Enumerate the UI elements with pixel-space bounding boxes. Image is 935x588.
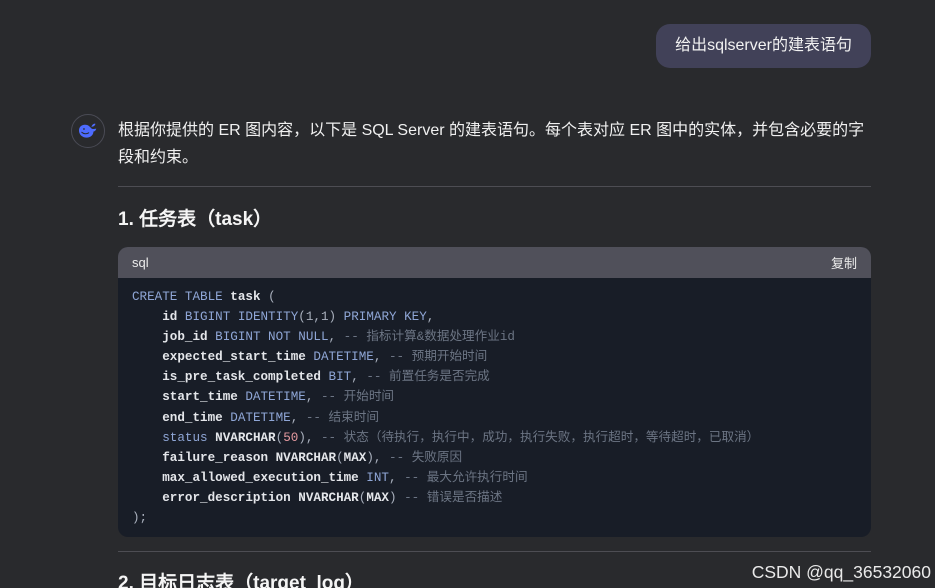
code-token-keyword: DATETIME	[313, 350, 374, 365]
code-token-punctuation: ),	[298, 430, 314, 445]
section-heading-target-log: 2. 目标日志表（target_log）	[118, 573, 364, 588]
code-token-punctuation: )	[389, 490, 397, 505]
code-token-identifier: job_id	[162, 330, 208, 345]
code-line: status NVARCHAR(50), -- 状态（待执行，执行中，成功，执行…	[132, 428, 857, 448]
copy-button[interactable]: 复制	[831, 253, 857, 272]
code-token-whitespace	[132, 411, 162, 425]
code-token-punctuation: (	[336, 450, 344, 465]
code-token-whitespace	[336, 310, 344, 324]
code-line: is_pre_task_completed BIT, -- 前置任务是否完成	[132, 367, 857, 387]
code-token-identifier: error_description	[162, 490, 291, 505]
code-line: id BIGINT IDENTITY(1,1) PRIMARY KEY,	[132, 307, 857, 327]
code-token-whitespace	[268, 451, 276, 465]
code-token-punctuation: ,	[351, 370, 359, 385]
code-token-identifier: is_pre_task_completed	[162, 370, 321, 385]
code-token-identifier: MAX	[343, 450, 367, 465]
code-line: failure_reason NVARCHAR(MAX), -- 失败原因	[132, 448, 857, 468]
code-token-identifier: failure_reason	[162, 450, 269, 465]
code-token-identifier: end_time	[162, 410, 223, 425]
code-token-whitespace	[132, 330, 162, 344]
code-token-identifier: id	[162, 310, 178, 325]
user-message-bubble: 给出sqlserver的建表语句	[656, 24, 871, 68]
code-token-whitespace	[261, 290, 269, 304]
code-token-punctuation: ),	[366, 450, 382, 465]
section-heading-task: 1. 任务表（task）	[118, 209, 273, 230]
code-token-keyword: CREATE TABLE	[132, 290, 223, 304]
code-line: max_allowed_execution_time INT, -- 最大允许执…	[132, 468, 857, 488]
code-token-punctuation: (1,1)	[298, 310, 337, 325]
code-token-whitespace	[132, 491, 162, 505]
code-token-whitespace	[132, 310, 162, 324]
code-token-whitespace	[298, 411, 306, 425]
code-token-comment: -- 最大允许执行时间	[404, 470, 528, 485]
code-token-keyword: DATETIME	[230, 410, 291, 425]
code-token-whitespace	[336, 330, 344, 344]
code-token-punctuation: ,	[328, 330, 337, 345]
code-token-comment: -- 错误是否描述	[404, 490, 503, 505]
code-token-keyword: BIT	[328, 370, 352, 385]
code-body: CREATE TABLE task ( id BIGINT IDENTITY(1…	[118, 278, 871, 537]
code-token-keyword: PRIMARY KEY	[343, 310, 427, 325]
code-token-punctuation: ,	[426, 310, 435, 325]
code-token-identifier: max_allowed_execution_time	[162, 470, 359, 485]
code-token-comment: -- 预期开始时间	[388, 350, 488, 365]
code-token-whitespace	[313, 431, 321, 445]
code-token-identifier: MAX	[366, 490, 389, 505]
code-token-whitespace	[132, 390, 162, 404]
code-language-label: sql	[132, 255, 149, 270]
code-token-comment: -- 开始时间	[320, 390, 395, 405]
code-token-whitespace	[132, 431, 162, 445]
code-token-punctuation: );	[132, 511, 148, 526]
watermark: CSDN @qq_36532060	[751, 562, 931, 582]
code-token-whitespace	[381, 350, 389, 364]
assistant-avatar	[71, 114, 105, 148]
code-token-identifier: start_time	[162, 390, 238, 405]
code-token-punctuation: ,	[388, 470, 397, 485]
code-line: job_id BIGINT NOT NULL, -- 指标计算&数据处理作业id	[132, 327, 857, 347]
code-line: CREATE TABLE task (	[132, 287, 857, 307]
code-token-whitespace	[132, 471, 162, 485]
divider	[118, 551, 871, 552]
code-token-keyword: DATETIME	[245, 390, 306, 405]
code-token-whitespace	[397, 491, 405, 505]
code-line: start_time DATETIME, -- 开始时间	[132, 387, 857, 407]
code-token-whitespace	[397, 471, 405, 485]
code-token-comment: -- 结束时间	[305, 410, 379, 425]
code-token-identifier: NVARCHAR	[215, 430, 276, 445]
code-token-whitespace	[177, 310, 185, 324]
code-token-comment: -- 指标计算&数据处理作业id	[343, 330, 515, 345]
code-token-identifier: task	[230, 290, 261, 304]
code-line: );	[132, 508, 857, 528]
user-message-text: 给出sqlserver的建表语句	[675, 37, 852, 54]
code-header: sql 复制	[118, 247, 871, 278]
code-token-comment: -- 前置任务是否完成	[366, 370, 490, 385]
code-token-identifier: NVARCHAR	[298, 490, 359, 505]
code-token-whitespace	[381, 451, 389, 465]
code-token-number: 50	[283, 430, 299, 445]
code-token-whitespace	[132, 451, 162, 465]
code-token-keyword: BIGINT NOT NULL	[215, 330, 329, 345]
deepseek-whale-icon	[78, 123, 97, 138]
code-token-identifier: expected_start_time	[162, 350, 306, 365]
code-token-comment: -- 状态（待执行，执行中，成功，执行失败，执行超时，等待超时，已取消）	[321, 430, 760, 445]
code-token-keyword: status	[162, 430, 208, 445]
code-token-identifier: NVARCHAR	[275, 450, 337, 465]
code-token-whitespace	[313, 390, 321, 404]
code-token-whitespace	[321, 370, 329, 384]
code-token-comment: -- 失败原因	[389, 450, 463, 465]
code-token-punctuation: (	[268, 290, 276, 304]
chat-page: 给出sqlserver的建表语句 根据你提供的 ER 图内容，以下是 SQL S…	[0, 0, 935, 588]
code-token-whitespace	[132, 350, 162, 364]
code-line: end_time DATETIME, -- 结束时间	[132, 408, 857, 428]
code-token-whitespace	[132, 370, 162, 384]
divider	[118, 186, 871, 187]
code-block-task: sql 复制 CREATE TABLE task ( id BIGINT IDE…	[118, 247, 871, 538]
code-line: expected_start_time DATETIME, -- 预期开始时间	[132, 347, 857, 367]
code-token-keyword: INT	[366, 470, 389, 485]
code-line: error_description NVARCHAR(MAX) -- 错误是否描…	[132, 488, 857, 508]
assistant-intro-text: 根据你提供的 ER 图内容，以下是 SQL Server 的建表语句。每个表对应…	[118, 122, 865, 166]
code-token-keyword: BIGINT IDENTITY	[184, 310, 299, 325]
